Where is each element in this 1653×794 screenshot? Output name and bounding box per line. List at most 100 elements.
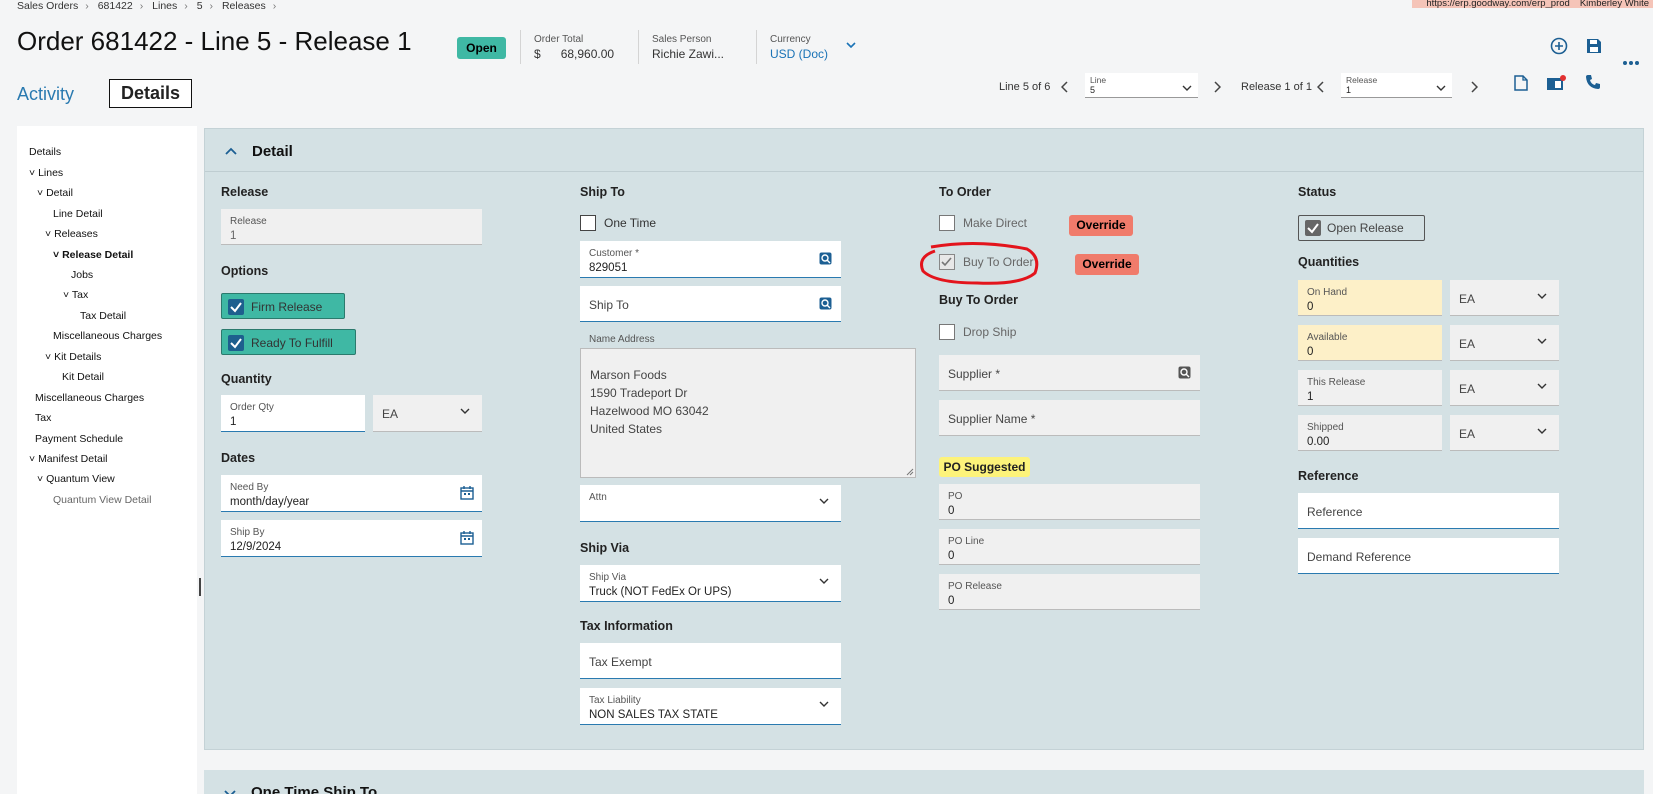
tree-item-line-detail[interactable]: Line Detail xyxy=(53,208,103,220)
save-icon[interactable] xyxy=(1586,38,1602,54)
uom-value: EA xyxy=(1459,427,1476,441)
tree-item-tax[interactable]: ˅ Tax xyxy=(63,289,88,301)
attachments-icon[interactable] xyxy=(1546,75,1566,91)
attn-select[interactable]: Attn xyxy=(580,485,841,522)
splitter-handle[interactable] xyxy=(199,578,201,596)
ready-to-fulfill-checkbox[interactable]: Ready To Fulfill xyxy=(221,329,356,355)
order-total-label: Order Total xyxy=(534,34,584,45)
this-release-value: 1 xyxy=(1307,391,1314,403)
override-badge[interactable]: Override xyxy=(1069,215,1133,236)
open-release-label: Open Release xyxy=(1327,221,1404,235)
tree-item-detail[interactable]: ˅ Detail xyxy=(37,187,73,199)
customer-value: 829051 xyxy=(589,262,628,274)
chevron-left-icon[interactable] xyxy=(1317,81,1325,93)
tree-item-misc-charges[interactable]: Miscellaneous Charges xyxy=(53,330,162,342)
ship-via-label: Ship Via xyxy=(589,572,627,583)
tree-item-tax-2[interactable]: Tax xyxy=(35,412,51,424)
available-uom-select[interactable]: EA xyxy=(1450,325,1559,361)
crumb-lines[interactable]: Lines xyxy=(152,0,177,12)
one-time-checkbox[interactable] xyxy=(580,215,596,231)
tree-item-misc-charges-2[interactable]: Miscellaneous Charges xyxy=(35,392,144,404)
make-direct-checkbox[interactable] xyxy=(939,215,955,231)
chevron-right-icon[interactable] xyxy=(1213,81,1221,93)
tab-activity[interactable]: Activity xyxy=(17,84,74,105)
reference-field[interactable]: Reference xyxy=(1298,493,1559,529)
tree-item-release-detail[interactable]: ˅ Release Detail xyxy=(53,249,133,261)
line-count: Line 5 of 6 xyxy=(999,81,1051,93)
chevron-down-icon[interactable] xyxy=(224,790,236,794)
need-by-field[interactable]: Need By month/day/year xyxy=(221,475,482,512)
demand-reference-field[interactable]: Demand Reference xyxy=(1298,538,1559,574)
available-field: Available 0 xyxy=(1298,325,1442,361)
search-icon[interactable] xyxy=(819,252,832,265)
drop-ship-checkbox[interactable] xyxy=(939,324,955,340)
tree-item-manifest-detail[interactable]: ˅ Manifest Detail xyxy=(29,453,108,465)
tree-item-releases[interactable]: ˅ Releases xyxy=(45,228,98,240)
firm-release-label: Firm Release xyxy=(251,300,323,314)
crumb-line[interactable]: 5 xyxy=(197,0,203,12)
override-badge[interactable]: Override xyxy=(1075,254,1139,275)
firm-release-checkbox[interactable]: Firm Release xyxy=(221,293,345,319)
chevron-left-icon[interactable] xyxy=(1061,81,1069,93)
status-heading: Status xyxy=(1298,185,1337,199)
add-circle-icon[interactable] xyxy=(1550,37,1568,55)
divider xyxy=(638,30,639,64)
currency[interactable]: Currency USD (Doc) xyxy=(770,34,828,61)
on-hand-value: 0 xyxy=(1307,301,1314,313)
po-value: 0 xyxy=(948,505,955,517)
tab-details[interactable]: Details xyxy=(109,79,192,108)
document-icon[interactable] xyxy=(1514,75,1528,91)
address-line: 1590 Tradeport Dr xyxy=(590,386,688,400)
phone-icon[interactable] xyxy=(1585,74,1601,90)
tree-item-payment-schedule[interactable]: Payment Schedule xyxy=(35,433,123,445)
tree-item-quantum-view-detail[interactable]: Quantum View Detail xyxy=(53,494,151,506)
available-value: 0 xyxy=(1307,346,1314,358)
ship-by-field[interactable]: Ship By 12/9/2024 xyxy=(221,520,482,557)
one-time-label: One Time xyxy=(604,216,657,230)
tree-item-kit-detail[interactable]: Kit Detail xyxy=(62,371,104,383)
sales-person: Sales Person Richie Zawi... xyxy=(652,34,724,61)
chevron-right-icon[interactable] xyxy=(1470,81,1478,93)
chevron-down-icon[interactable] xyxy=(846,42,856,48)
resize-handle-icon[interactable] xyxy=(906,468,914,476)
tree-item-jobs[interactable]: Jobs xyxy=(71,269,93,281)
line-select[interactable]: Line 5 xyxy=(1085,73,1198,98)
crumb-sales-orders[interactable]: Sales Orders xyxy=(17,0,78,12)
status-badge: Open xyxy=(457,37,506,59)
more-icon[interactable] xyxy=(1622,60,1640,66)
on-hand-uom-select[interactable]: EA xyxy=(1450,280,1559,316)
tree-item-tax-detail[interactable]: Tax Detail xyxy=(80,310,126,322)
order-qty-field[interactable]: Order Qty 1 xyxy=(221,395,365,432)
crumb-releases[interactable]: Releases xyxy=(222,0,266,12)
crumb-order[interactable]: 681422 xyxy=(98,0,133,12)
ship-to-field[interactable]: Ship To xyxy=(580,286,841,322)
tree-item-kit-details[interactable]: ˅ Kit Details xyxy=(45,351,101,363)
currency-value[interactable]: USD (Doc) xyxy=(770,47,828,61)
shipped-uom-select[interactable]: EA xyxy=(1450,415,1559,451)
qty-uom-select[interactable]: EA xyxy=(373,395,482,432)
this-release-uom-select[interactable]: EA xyxy=(1450,370,1559,406)
chevron-up-icon[interactable] xyxy=(225,147,237,155)
release-select[interactable]: Release 1 xyxy=(1341,73,1452,98)
search-icon[interactable] xyxy=(1178,366,1191,379)
tax-liability-label: Tax Liability xyxy=(589,695,641,706)
checkbox-checked-icon xyxy=(228,299,244,315)
supplier-placeholder: Supplier * xyxy=(948,367,1001,381)
tree-item-quantum-view[interactable]: ˅ Quantum View xyxy=(37,473,115,485)
customer-field[interactable]: Customer * 829051 xyxy=(580,241,841,278)
supplier-name-field[interactable]: Supplier Name * xyxy=(939,400,1200,436)
calendar-icon[interactable] xyxy=(460,531,474,545)
ready-to-fulfill-label: Ready To Fulfill xyxy=(251,336,333,350)
name-address-textarea[interactable]: Marson Foods 1590 Tradeport Dr Hazelwood… xyxy=(580,348,916,478)
search-icon[interactable] xyxy=(819,297,832,310)
uom-value: EA xyxy=(1459,337,1476,351)
tree-item-details[interactable]: Details xyxy=(29,146,61,158)
ship-via-select[interactable]: Ship Via Truck (NOT FedEx Or UPS) xyxy=(580,565,841,602)
supplier-field[interactable]: Supplier * xyxy=(939,355,1200,391)
tree-item-lines[interactable]: ˅ Lines xyxy=(29,167,63,179)
tax-liability-select[interactable]: Tax Liability NON SALES TAX STATE xyxy=(580,688,841,725)
tax-exempt-field[interactable]: Tax Exempt xyxy=(580,643,841,679)
open-release-checkbox[interactable]: Open Release xyxy=(1298,215,1425,241)
calendar-icon[interactable] xyxy=(460,486,474,500)
drop-ship-label: Drop Ship xyxy=(963,325,1017,339)
